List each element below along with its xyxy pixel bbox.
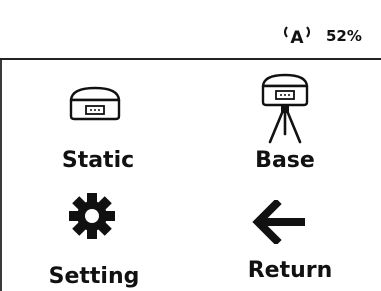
- status-bar: A 52%: [0, 0, 381, 60]
- menu-label-static: Static: [61, 148, 135, 173]
- menu-item-static[interactable]: Static: [50, 72, 160, 182]
- device-screen: A 52% Static Base Setting Return: [0, 0, 381, 291]
- menu-label-setting: Setting: [48, 264, 140, 289]
- menu-label-base: Base: [255, 148, 315, 173]
- receiver-icon: [69, 86, 121, 121]
- battery-percentage: 52%: [326, 27, 362, 45]
- menu-item-return[interactable]: Return: [240, 188, 360, 291]
- signal-letter: A: [290, 28, 304, 46]
- arrow-left-icon: [252, 200, 305, 244]
- menu-item-setting[interactable]: Setting: [49, 188, 160, 291]
- gear-icon: [69, 193, 115, 239]
- radio-signal-icon: A: [284, 26, 310, 46]
- receiver-on-tripod-icon: [261, 73, 309, 144]
- menu-item-base[interactable]: Base: [240, 72, 350, 182]
- menu-label-return: Return: [247, 258, 333, 283]
